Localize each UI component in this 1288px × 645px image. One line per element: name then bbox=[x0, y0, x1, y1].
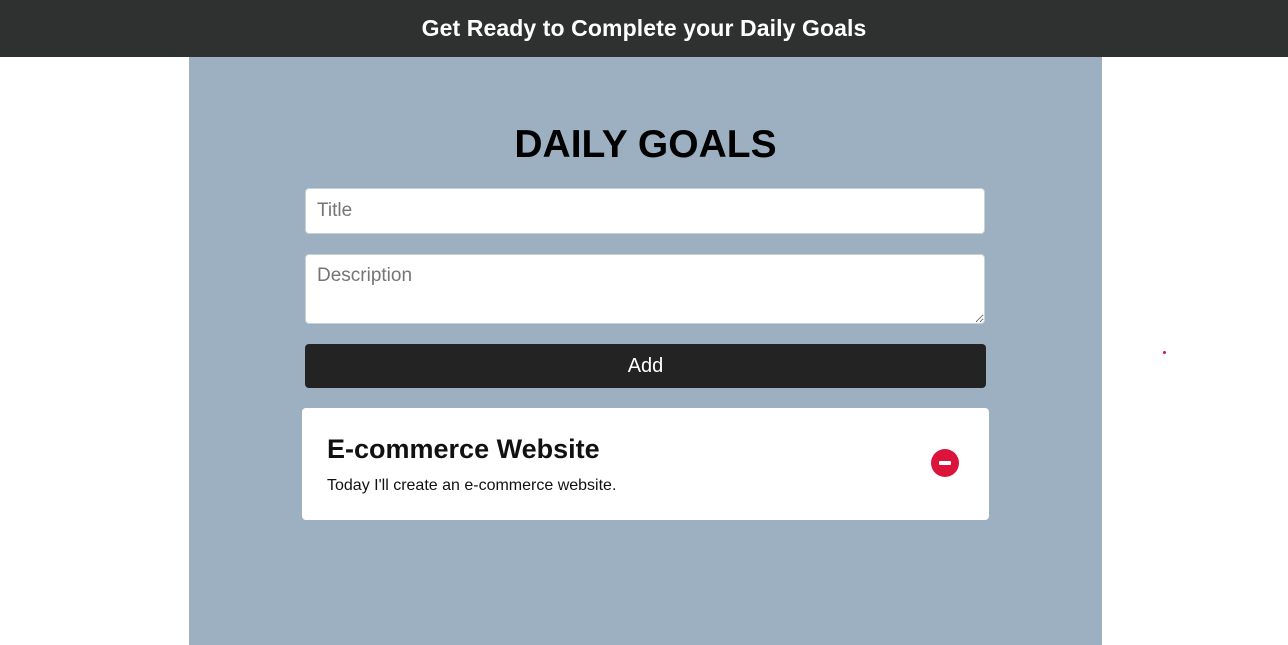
dot-marker bbox=[1163, 351, 1166, 354]
minus-circle-icon bbox=[939, 461, 951, 465]
app-title: Get Ready to Complete your Daily Goals bbox=[421, 15, 867, 41]
add-button[interactable]: Add bbox=[305, 344, 986, 388]
goals-panel: DAILY GOALS Add E-commerce Website Today… bbox=[189, 57, 1102, 645]
description-textarea[interactable] bbox=[305, 254, 985, 324]
goal-card: E-commerce Website Today I'll create an … bbox=[302, 408, 989, 520]
remove-goal-button[interactable] bbox=[931, 449, 959, 477]
goal-description: Today I'll create an e-commerce website. bbox=[327, 477, 617, 494]
title-input[interactable] bbox=[305, 188, 985, 234]
top-bar: Get Ready to Complete your Daily Goals bbox=[0, 0, 1288, 57]
goal-title: E-commerce Website bbox=[327, 434, 600, 464]
page-title: DAILY GOALS bbox=[514, 123, 777, 166]
